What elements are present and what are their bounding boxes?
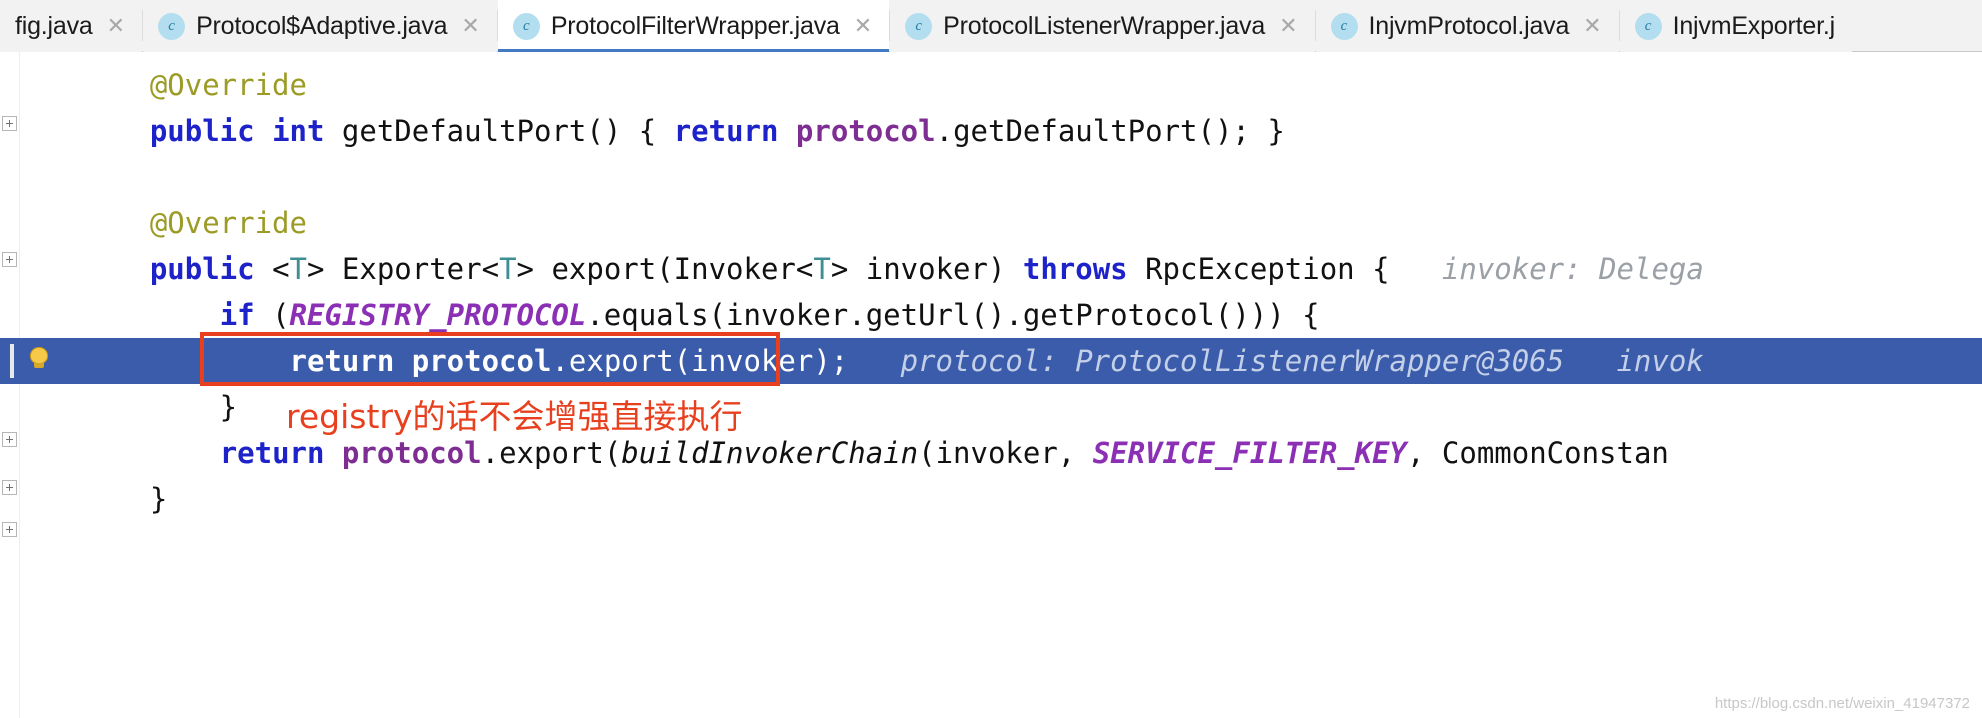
code-line-text: return protocol.export(invoker); protoco… <box>0 338 1704 384</box>
code-token: ( <box>254 298 290 332</box>
editor-tab[interactable]: c ProtocolListenerWrapper.java ✕ <box>890 0 1315 52</box>
java-class-icon: c <box>905 12 933 40</box>
code-line-text: public <T> Exporter<T> export(Invoker<T>… <box>80 252 1704 286</box>
editor-tab-bar: fig.java ✕ c Protocol$Adaptive.java ✕ c Protoc… <box>0 0 1982 52</box>
code-line-text: @Override <box>80 206 307 240</box>
close-icon[interactable]: ✕ <box>1276 15 1297 37</box>
editor-tab-label: ProtocolListenerWrapper.java <box>943 11 1266 40</box>
code-token: return <box>673 114 779 148</box>
code-token: getDefaultPort() <box>324 114 639 148</box>
editor-tab[interactable]: fig.java ✕ <box>0 0 143 52</box>
editor-tab-label: fig.java <box>15 11 93 40</box>
code-line[interactable] <box>0 154 1982 200</box>
editor-tab-label: ProtocolFilterWrapper.java <box>550 11 840 40</box>
code-token: public <box>149 114 255 148</box>
code-token: (invoker, <box>918 436 1093 470</box>
editor-window: fig.java ✕ c Protocol$Adaptive.java ✕ c Protoc… <box>0 0 1982 718</box>
code-token: .equals(invoker.getUrl().getProtocol()))… <box>586 298 1320 332</box>
close-icon[interactable]: ✕ <box>1580 15 1601 37</box>
code-token: > Exporter< <box>307 252 500 286</box>
code-line[interactable]: @Override <box>0 200 1982 246</box>
code-token: SERVICE_FILTER_KEY <box>1092 436 1407 470</box>
java-class-icon: c <box>158 12 186 40</box>
code-token: < <box>254 252 290 286</box>
code-token: protocol <box>795 114 936 148</box>
close-icon[interactable]: ✕ <box>104 15 125 37</box>
code-token: { <box>638 114 657 148</box>
code-token: invoker: Delega <box>1389 252 1704 286</box>
code-line-text: @Override <box>80 68 307 102</box>
code-token: REGISTRY_PROTOCOL <box>289 298 587 332</box>
close-icon[interactable]: ✕ <box>458 15 479 37</box>
code-token: .getDefaultPort(); <box>935 114 1268 148</box>
code-token: T <box>499 252 517 286</box>
code-line-text: public int getDefaultPort() { return pro… <box>80 114 1285 148</box>
code-line-selected[interactable]: return protocol.export(invoker); protoco… <box>0 338 1982 384</box>
code-token: if <box>219 298 255 332</box>
code-token: public <box>149 252 255 286</box>
code-editor[interactable]: @Override public int getDefaultPort() { … <box>0 52 1982 718</box>
editor-tab-label: InjvmProtocol.java <box>1368 11 1570 40</box>
code-token: , CommonConstan <box>1407 436 1669 470</box>
code-token: protocol <box>341 436 482 470</box>
java-class-icon: c <box>1330 12 1358 40</box>
code-line[interactable]: if (REGISTRY_PROTOCOL.equals(invoker.get… <box>0 292 1982 338</box>
code-line-text: } <box>80 390 237 424</box>
code-token: return <box>219 436 325 470</box>
code-token: > invoker) <box>830 252 1023 286</box>
java-class-icon: c <box>512 12 540 40</box>
code-token: @Override <box>149 206 307 240</box>
code-line[interactable]: @Override <box>0 62 1982 108</box>
editor-tab[interactable]: c InjvmProtocol.java ✕ <box>1315 0 1619 52</box>
code-line-text: return protocol.export(buildInvokerChain… <box>80 436 1669 470</box>
watermark-text: https://blog.csdn.net/weixin_41947372 <box>1714 695 1970 712</box>
editor-tab-label: InjvmExporter.j <box>1672 11 1836 40</box>
chinese-annotation-text: registry的话不会增强直接执行 <box>286 397 743 436</box>
lightbulb-icon[interactable] <box>28 347 50 369</box>
code-token: } <box>80 482 168 516</box>
code-token: } <box>80 390 238 424</box>
editor-tab[interactable]: c ProtocolFilterWrapper.java ✕ <box>497 0 890 52</box>
code-token: @Override <box>149 68 307 102</box>
code-line[interactable]: } <box>0 476 1982 522</box>
close-icon[interactable]: ✕ <box>851 15 872 37</box>
editor-tab[interactable]: c InjvmExporter.j <box>1619 0 1852 52</box>
code-token: protocol: ProtocolListenerWrapper@3065 i… <box>848 344 1704 378</box>
code-line[interactable]: public <T> Exporter<T> export(Invoker<T>… <box>0 246 1982 292</box>
code-token: RpcException { <box>1127 252 1390 286</box>
code-token: buildInvokerChain <box>621 436 919 470</box>
code-token: .export(invoker); <box>551 344 849 378</box>
caret-indicator <box>10 344 14 378</box>
code-token: throws <box>1022 252 1128 286</box>
code-token: T <box>813 252 831 286</box>
code-line-text: if (REGISTRY_PROTOCOL.equals(invoker.get… <box>80 298 1320 332</box>
editor-tab[interactable]: c Protocol$Adaptive.java ✕ <box>143 0 497 52</box>
code-token: return <box>289 344 395 378</box>
code-token: > export(Invoker< <box>516 252 814 286</box>
code-token: } <box>1267 114 1285 148</box>
editor-tab-label: Protocol$Adaptive.java <box>196 11 448 40</box>
java-class-icon: c <box>1634 12 1662 40</box>
code-content[interactable]: @Override public int getDefaultPort() { … <box>0 52 1982 718</box>
code-line[interactable]: public int getDefaultPort() { return pro… <box>0 108 1982 154</box>
code-token: .export( <box>481 436 622 470</box>
code-token: T <box>289 252 307 286</box>
code-token: protocol <box>411 344 552 378</box>
code-line-text: } <box>80 482 167 516</box>
code-token: int <box>272 114 325 148</box>
